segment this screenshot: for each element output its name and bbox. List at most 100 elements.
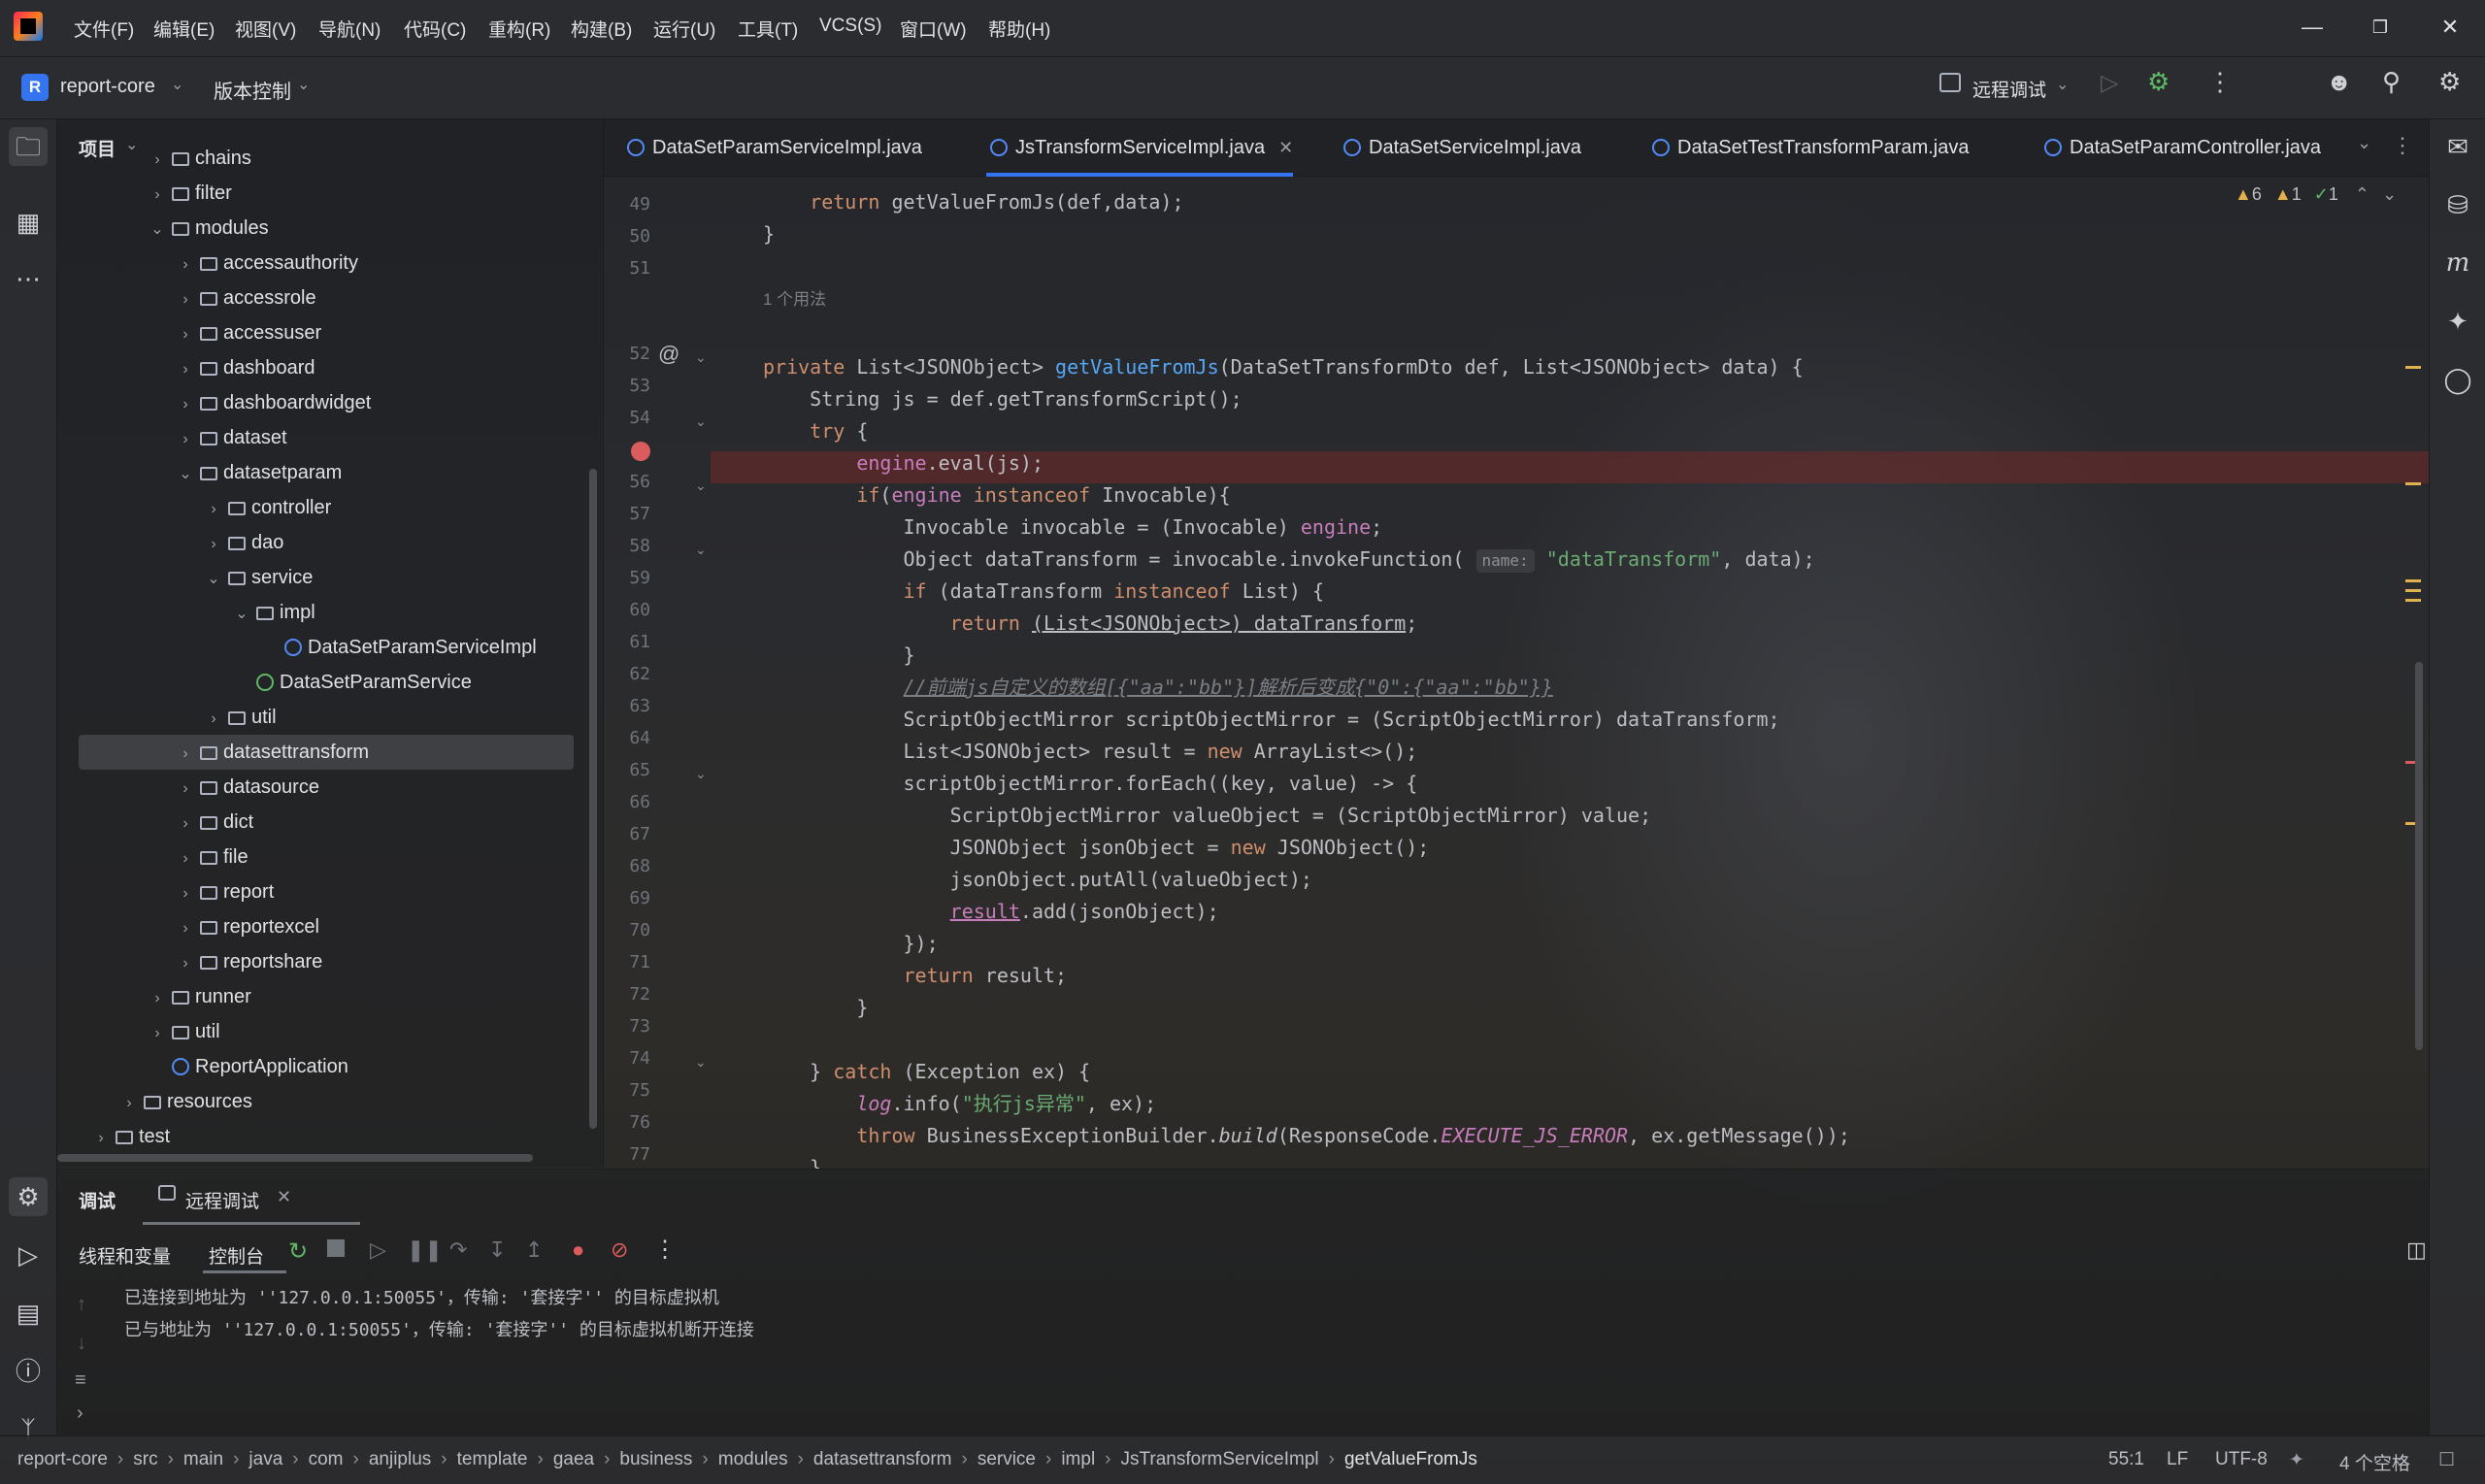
chevron-right-icon[interactable]: › xyxy=(175,911,196,946)
close-window-icon[interactable]: ✕ xyxy=(2429,8,2471,47)
close-tab-icon[interactable]: ✕ xyxy=(277,1187,291,1207)
expand-icon[interactable]: › xyxy=(77,1402,83,1425)
chevron-down-icon[interactable]: ⌄ xyxy=(203,562,224,597)
debug-bug-icon[interactable]: ⚙ xyxy=(2147,67,2170,97)
tree-item[interactable]: › dashboard xyxy=(57,350,601,385)
breadcrumb-item[interactable]: java xyxy=(248,1449,282,1469)
chevron-right-icon[interactable]: › xyxy=(175,841,196,876)
chevron-right-icon[interactable]: › xyxy=(175,387,196,422)
run-icon[interactable]: ▷ xyxy=(2101,69,2118,97)
hierarchy-icon[interactable]: ◯ xyxy=(2438,360,2477,399)
more-tools-icon[interactable]: ⋯ xyxy=(9,259,48,298)
database-icon[interactable]: ⛁ xyxy=(2438,185,2477,224)
chevron-right-icon[interactable]: › xyxy=(118,1086,140,1121)
tree-item[interactable]: DataSetParamService xyxy=(57,665,601,700)
chevron-right-icon[interactable]: › xyxy=(175,422,196,457)
chevron-right-icon[interactable]: › xyxy=(175,317,196,352)
editor-scrollbar[interactable] xyxy=(2415,662,2423,1050)
tree-item[interactable]: › dict xyxy=(57,805,601,840)
tree-item[interactable]: › accessuser xyxy=(57,315,601,350)
step-over-icon[interactable]: ↷ xyxy=(449,1237,467,1263)
breakpoint-icon[interactable] xyxy=(631,442,650,461)
tree-item[interactable]: ⌄ impl xyxy=(57,595,601,630)
step-out-icon[interactable]: ↥ xyxy=(525,1237,543,1263)
tree-scrollbar[interactable] xyxy=(589,469,597,1129)
settings-gear-icon[interactable]: ⚙ xyxy=(2438,67,2461,97)
warning-marker[interactable] xyxy=(2405,366,2421,369)
menu-run[interactable]: 运行(U) xyxy=(653,16,715,42)
tab-debug[interactable]: 调试 xyxy=(79,1187,116,1213)
layout-icon[interactable]: ◫ xyxy=(2406,1237,2427,1263)
scroll-down-icon[interactable]: ↓ xyxy=(77,1333,86,1355)
menu-view[interactable]: 视图(V) xyxy=(235,16,296,42)
chevron-down-icon[interactable]: ⌄ xyxy=(175,457,196,492)
chevron-right-icon[interactable]: › xyxy=(203,527,224,562)
notifications-bell-icon[interactable]: ✉ xyxy=(2438,127,2477,166)
tree-item[interactable]: ⌄ service xyxy=(57,560,601,595)
tree-item[interactable]: › accessrole xyxy=(57,280,601,315)
menu-edit[interactable]: 编辑(E) xyxy=(153,16,215,42)
breadcrumb-item[interactable]: business xyxy=(619,1449,692,1469)
breadcrumb-item[interactable]: service xyxy=(977,1449,1036,1469)
tree-item[interactable]: › dao xyxy=(57,525,601,560)
lock-icon[interactable]: ☐ xyxy=(2438,1449,2455,1471)
breadcrumb-item[interactable]: modules xyxy=(718,1449,788,1469)
tree-item[interactable]: › runner xyxy=(57,979,601,1014)
warning-marker[interactable] xyxy=(2405,482,2421,485)
more-actions-icon[interactable]: ⋮ xyxy=(653,1236,677,1264)
prev-highlight-icon[interactable]: ⌃ xyxy=(2355,184,2369,204)
fold-icon[interactable]: ⌄ xyxy=(695,478,707,494)
next-highlight-icon[interactable]: ⌄ xyxy=(2382,184,2397,204)
indent-setting[interactable]: 4 个空格 xyxy=(2339,1449,2410,1475)
tree-item[interactable]: › reportshare xyxy=(57,944,601,979)
chevron-right-icon[interactable]: › xyxy=(175,247,196,282)
tree-item[interactable]: › dataset xyxy=(57,420,601,455)
more-actions-icon[interactable]: ⋮ xyxy=(2207,67,2233,97)
tree-item[interactable]: ReportApplication xyxy=(57,1049,601,1084)
mute-breakpoints-icon[interactable]: ⊘ xyxy=(611,1237,628,1263)
menu-build[interactable]: 构建(B) xyxy=(571,16,632,42)
fold-icon[interactable]: ⌄ xyxy=(695,766,707,782)
warning-marker[interactable] xyxy=(2405,589,2421,592)
chevron-right-icon[interactable]: › xyxy=(175,772,196,807)
step-into-icon[interactable]: ↧ xyxy=(488,1237,506,1263)
breadcrumb-item[interactable]: datasettransform xyxy=(813,1449,952,1469)
tree-item[interactable]: › filter xyxy=(57,176,601,211)
view-breakpoints-icon[interactable]: ● xyxy=(572,1237,584,1263)
structure-icon[interactable]: ▦ xyxy=(9,203,48,242)
editor-gutter[interactable]: 49 50 51 52 53 54 56 57 58 59 60 61 62 6… xyxy=(604,177,711,1169)
chevron-right-icon[interactable]: › xyxy=(147,143,168,178)
chevron-right-icon[interactable]: › xyxy=(147,178,168,213)
line-separator[interactable]: LF xyxy=(2167,1449,2188,1470)
chevron-right-icon[interactable]: › xyxy=(147,981,168,1016)
tree-item[interactable]: ⌄ modules xyxy=(57,211,601,246)
add-user-icon[interactable]: ☻ xyxy=(2326,67,2352,97)
breadcrumb-item[interactable]: report-core xyxy=(17,1449,108,1469)
tabs-more-icon[interactable]: ⋮ xyxy=(2392,133,2413,158)
menu-window[interactable]: 窗口(W) xyxy=(900,16,967,42)
chevron-right-icon[interactable]: › xyxy=(175,807,196,841)
tree-item[interactable]: DataSetParamServiceImpl xyxy=(57,630,601,665)
chevron-right-icon[interactable]: › xyxy=(175,946,196,981)
stop-icon[interactable] xyxy=(327,1239,345,1257)
project-selector[interactable]: report-core xyxy=(60,76,155,98)
terminal-icon[interactable]: ▤ xyxy=(9,1294,48,1333)
tree-item[interactable]: › test xyxy=(57,1119,601,1154)
intellij-logo-icon[interactable] xyxy=(14,12,43,41)
ai-status-icon[interactable]: ✦ xyxy=(2289,1449,2304,1471)
menu-refactor[interactable]: 重构(R) xyxy=(488,16,550,42)
chevron-down-icon[interactable]: ⌄ xyxy=(2056,75,2069,94)
tree-horizontal-scrollbar[interactable] xyxy=(57,1154,533,1162)
chevron-down-icon[interactable]: ⌄ xyxy=(147,213,168,247)
breadcrumb-item[interactable]: main xyxy=(183,1449,223,1469)
inspection-widget[interactable]: ▲6 ▲1 ✓1 ⌃ ⌄ xyxy=(2235,184,2397,205)
chevron-right-icon[interactable]: › xyxy=(203,492,224,527)
scroll-up-icon[interactable]: ↑ xyxy=(77,1294,86,1316)
chevron-down-icon[interactable]: ⌄ xyxy=(297,75,310,94)
code-editor[interactable]: ▲6 ▲1 ✓1 ⌃ ⌄ 49 50 51 52 53 54 56 57 58 … xyxy=(604,177,2429,1169)
warning-marker[interactable] xyxy=(2405,579,2421,582)
subtab-console[interactable]: 控制台 xyxy=(209,1242,264,1269)
vcs-selector[interactable]: 版本控制 xyxy=(214,76,291,104)
tab-datasetparamserviceimpl[interactable]: DataSetParamServiceImpl.java xyxy=(623,119,922,176)
tab-datasetparamcontroller[interactable]: DataSetParamController.java xyxy=(2040,119,2321,176)
